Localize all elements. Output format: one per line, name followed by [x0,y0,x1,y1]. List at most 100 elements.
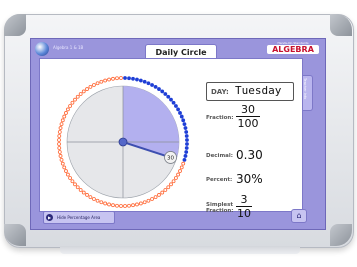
bead [73,97,77,102]
bead [142,200,147,205]
percent-label: Percent: [206,177,233,183]
bead [178,111,182,115]
marker-tray [60,246,300,254]
bead [75,94,80,99]
bead [119,204,123,208]
bead [157,87,161,91]
percent-value: 30% [236,172,263,186]
bead [163,92,168,96]
bead [131,203,135,208]
brand-logo: Hands-On Standards ALGEBRA [267,41,319,55]
bead [146,198,151,203]
bead [157,193,161,197]
bead [64,169,68,173]
home-button[interactable]: ⌂ [291,209,307,223]
frame-corner [4,14,26,36]
bead [174,104,178,108]
bead [64,111,68,115]
decimal-label: Decimal: [206,153,233,159]
bead [183,154,188,158]
bead [78,92,83,96]
teacher-info-label: Teacher Info [303,78,307,100]
bead [171,100,176,105]
bead [62,114,67,119]
simplest-denominator: 10 [237,207,251,220]
bead [57,146,62,150]
bead [92,197,96,201]
bead [185,142,189,146]
fraction-label: Fraction: [206,115,234,121]
bead [99,79,104,84]
bead [85,87,89,91]
bead [150,197,154,201]
bead [119,76,123,80]
brand-title: ALGEBRA [267,45,319,54]
bead [70,179,75,184]
bead [176,107,180,112]
simplest-fraction-value: 3 10 [236,194,252,219]
day-label: DAY: [211,88,229,96]
bead [138,78,143,83]
bead [179,165,184,170]
home-icon: ⌂ [296,211,302,220]
bead [66,172,70,177]
bead [78,188,83,192]
bead [115,76,119,81]
simplest-numerator: 3 [240,193,248,206]
globe-logo-icon [35,42,49,56]
day-value: Tuesday [235,84,282,97]
bead [59,157,64,162]
bead [111,203,115,208]
bead [182,157,187,162]
bead [62,165,67,170]
hide-percentage-area-label: Hide Percentage Area [57,215,101,220]
bead [60,118,65,123]
bead [184,130,189,134]
bead [176,172,180,177]
pointer-value-label: 30 [167,155,174,161]
pointer-hub [118,137,128,147]
bead [178,169,182,173]
bead [103,201,108,206]
decimal-value: 0.30 [236,148,263,162]
circle-graphics: 30 [57,76,189,208]
bead [57,134,62,138]
bead [68,176,72,180]
content-panel: 30 DAY: Tuesday Fraction: 30 100 Decimal… [39,58,303,219]
app-caption: Algebra 1 & 1B [53,45,84,50]
bead [166,185,171,190]
bead [160,89,165,94]
bead [111,76,115,81]
bead [138,201,143,206]
bead [184,150,189,154]
bead [135,202,139,207]
bead [166,94,171,99]
fraction-value: 30 100 [236,104,260,129]
bead [169,182,173,187]
bead [184,146,189,150]
bead [153,85,158,89]
day-box: DAY: Tuesday [206,82,294,101]
play-icon: ▶ [46,213,53,221]
bead [179,114,184,119]
bead [127,203,131,208]
bead [81,190,86,195]
bead [88,195,93,199]
bead [182,122,187,127]
bead [70,100,75,105]
bead [92,83,96,87]
bead [131,76,135,81]
bead [103,78,108,83]
bead [107,202,111,207]
bead [66,107,70,112]
bead [174,176,178,180]
bead [57,150,62,154]
bead [58,126,63,130]
bead [163,188,168,192]
hide-percentage-area-button[interactable]: ▶ Hide Percentage Area [43,211,115,224]
bead [81,89,86,94]
bead [85,193,89,197]
bead [60,161,65,166]
bead [160,190,165,195]
bead [146,81,151,86]
